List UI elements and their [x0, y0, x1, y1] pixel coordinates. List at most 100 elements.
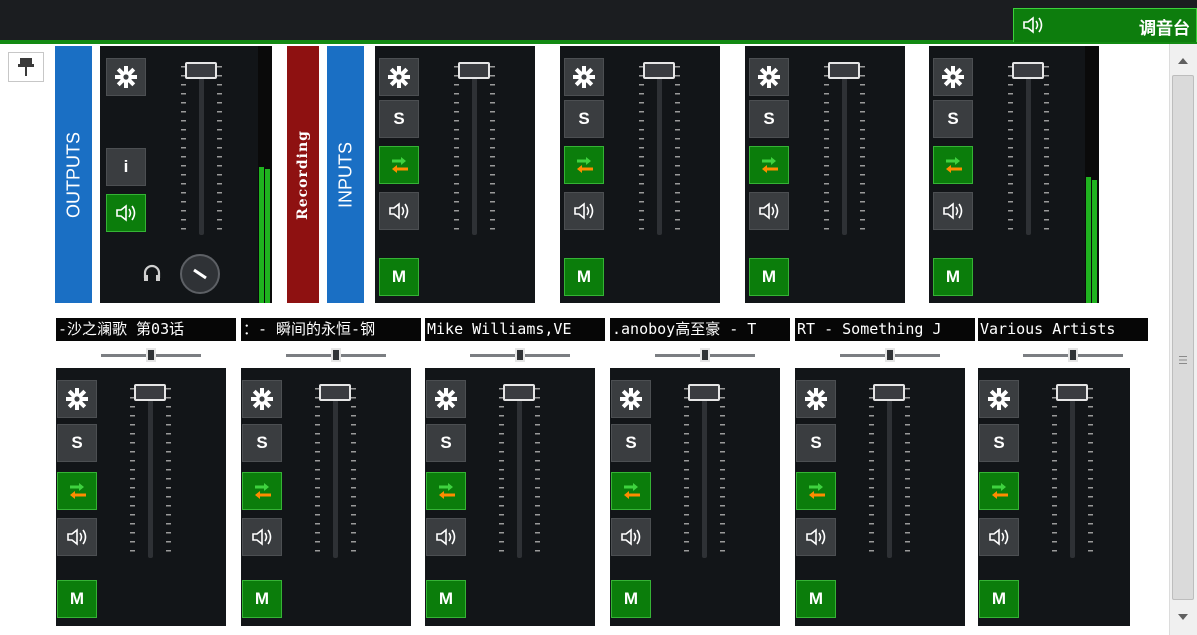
- fader-track[interactable]: [887, 386, 892, 558]
- mixer-tab[interactable]: 调音台: [1013, 8, 1197, 42]
- solo-button[interactable]: S: [933, 100, 973, 138]
- gear-icon: [942, 66, 964, 88]
- settings-button[interactable]: [426, 380, 466, 418]
- balance-slider[interactable]: [286, 348, 386, 364]
- fader-track[interactable]: [517, 386, 522, 558]
- route-button[interactable]: [564, 146, 604, 184]
- chevron-up-icon[interactable]: [1173, 52, 1193, 70]
- route-button[interactable]: [611, 472, 651, 510]
- fader-knob[interactable]: [688, 384, 720, 401]
- fader-knob[interactable]: [873, 384, 905, 401]
- balance-knob[interactable]: [515, 348, 525, 362]
- monitor-button[interactable]: [106, 194, 146, 232]
- balance-knob[interactable]: [146, 348, 156, 362]
- route-button[interactable]: [242, 472, 282, 510]
- fader-knob[interactable]: [828, 62, 860, 79]
- fader-knob[interactable]: [458, 62, 490, 79]
- solo-button[interactable]: S: [749, 100, 789, 138]
- fader-knob[interactable]: [185, 62, 217, 79]
- fader-knob[interactable]: [503, 384, 535, 401]
- fader-knob[interactable]: [1012, 62, 1044, 79]
- fader-track[interactable]: [657, 64, 662, 235]
- balance-knob[interactable]: [700, 348, 710, 362]
- balance-slider[interactable]: [470, 348, 570, 364]
- solo-label: S: [947, 109, 959, 128]
- mute-button[interactable]: M: [749, 258, 789, 296]
- solo-label: S: [625, 433, 637, 452]
- fader-knob[interactable]: [1056, 384, 1088, 401]
- chevron-down-icon[interactable]: [1173, 608, 1193, 626]
- scrollbar-thumb[interactable]: [1172, 75, 1194, 600]
- mute-button[interactable]: M: [796, 580, 836, 618]
- fader-track[interactable]: [842, 64, 847, 235]
- balance-knob[interactable]: [885, 348, 895, 362]
- mute-button[interactable]: M: [933, 258, 973, 296]
- route-button[interactable]: [426, 472, 466, 510]
- balance-slider[interactable]: [101, 348, 201, 364]
- mute-button[interactable]: M: [979, 580, 1019, 618]
- settings-button[interactable]: [979, 380, 1019, 418]
- solo-button[interactable]: S: [564, 100, 604, 138]
- input-strip: S M: [375, 46, 535, 303]
- solo-button[interactable]: S: [611, 424, 651, 462]
- solo-button[interactable]: S: [796, 424, 836, 462]
- route-arrows-icon: [946, 157, 962, 173]
- settings-button[interactable]: [379, 58, 419, 96]
- settings-button[interactable]: [564, 58, 604, 96]
- fader-track[interactable]: [148, 386, 153, 558]
- settings-button[interactable]: [749, 58, 789, 96]
- fader-knob[interactable]: [643, 62, 675, 79]
- route-button[interactable]: [979, 472, 1019, 510]
- fader-track[interactable]: [333, 386, 338, 558]
- monitor-button[interactable]: [749, 192, 789, 230]
- mute-label: M: [438, 589, 454, 608]
- mute-button[interactable]: M: [564, 258, 604, 296]
- info-button[interactable]: i: [106, 148, 146, 186]
- route-button[interactable]: [57, 472, 97, 510]
- settings-button[interactable]: [796, 380, 836, 418]
- solo-button[interactable]: S: [379, 100, 419, 138]
- pin-button[interactable]: [8, 52, 44, 82]
- mute-button[interactable]: M: [426, 580, 466, 618]
- monitor-button[interactable]: [611, 518, 651, 556]
- monitor-button[interactable]: [933, 192, 973, 230]
- fader-track[interactable]: [1026, 64, 1031, 235]
- headphone-volume-knob[interactable]: [180, 254, 220, 294]
- monitor-button[interactable]: [796, 518, 836, 556]
- fader-track[interactable]: [199, 64, 204, 235]
- monitor-button[interactable]: [564, 192, 604, 230]
- settings-button[interactable]: [242, 380, 282, 418]
- route-button[interactable]: [796, 472, 836, 510]
- route-button[interactable]: [379, 146, 419, 184]
- mute-button[interactable]: M: [57, 580, 97, 618]
- mute-button[interactable]: M: [611, 580, 651, 618]
- fader-knob[interactable]: [319, 384, 351, 401]
- fader-knob[interactable]: [134, 384, 166, 401]
- balance-knob[interactable]: [1068, 348, 1078, 362]
- fader-track[interactable]: [472, 64, 477, 235]
- solo-button[interactable]: S: [979, 424, 1019, 462]
- fader-track[interactable]: [702, 386, 707, 558]
- settings-button[interactable]: [106, 58, 146, 96]
- monitor-button[interactable]: [426, 518, 466, 556]
- route-button[interactable]: [933, 146, 973, 184]
- balance-slider[interactable]: [655, 348, 755, 364]
- settings-button[interactable]: [611, 380, 651, 418]
- mute-button[interactable]: M: [379, 258, 419, 296]
- settings-button[interactable]: [933, 58, 973, 96]
- solo-button[interactable]: S: [242, 424, 282, 462]
- settings-button[interactable]: [57, 380, 97, 418]
- balance-knob[interactable]: [331, 348, 341, 362]
- solo-button[interactable]: S: [426, 424, 466, 462]
- monitor-button[interactable]: [57, 518, 97, 556]
- monitor-button[interactable]: [979, 518, 1019, 556]
- solo-button[interactable]: S: [57, 424, 97, 462]
- mute-button[interactable]: M: [242, 580, 282, 618]
- speaker-icon: [67, 528, 87, 546]
- balance-slider[interactable]: [1023, 348, 1123, 364]
- monitor-button[interactable]: [379, 192, 419, 230]
- monitor-button[interactable]: [242, 518, 282, 556]
- balance-slider[interactable]: [840, 348, 940, 364]
- fader-track[interactable]: [1070, 386, 1075, 558]
- route-button[interactable]: [749, 146, 789, 184]
